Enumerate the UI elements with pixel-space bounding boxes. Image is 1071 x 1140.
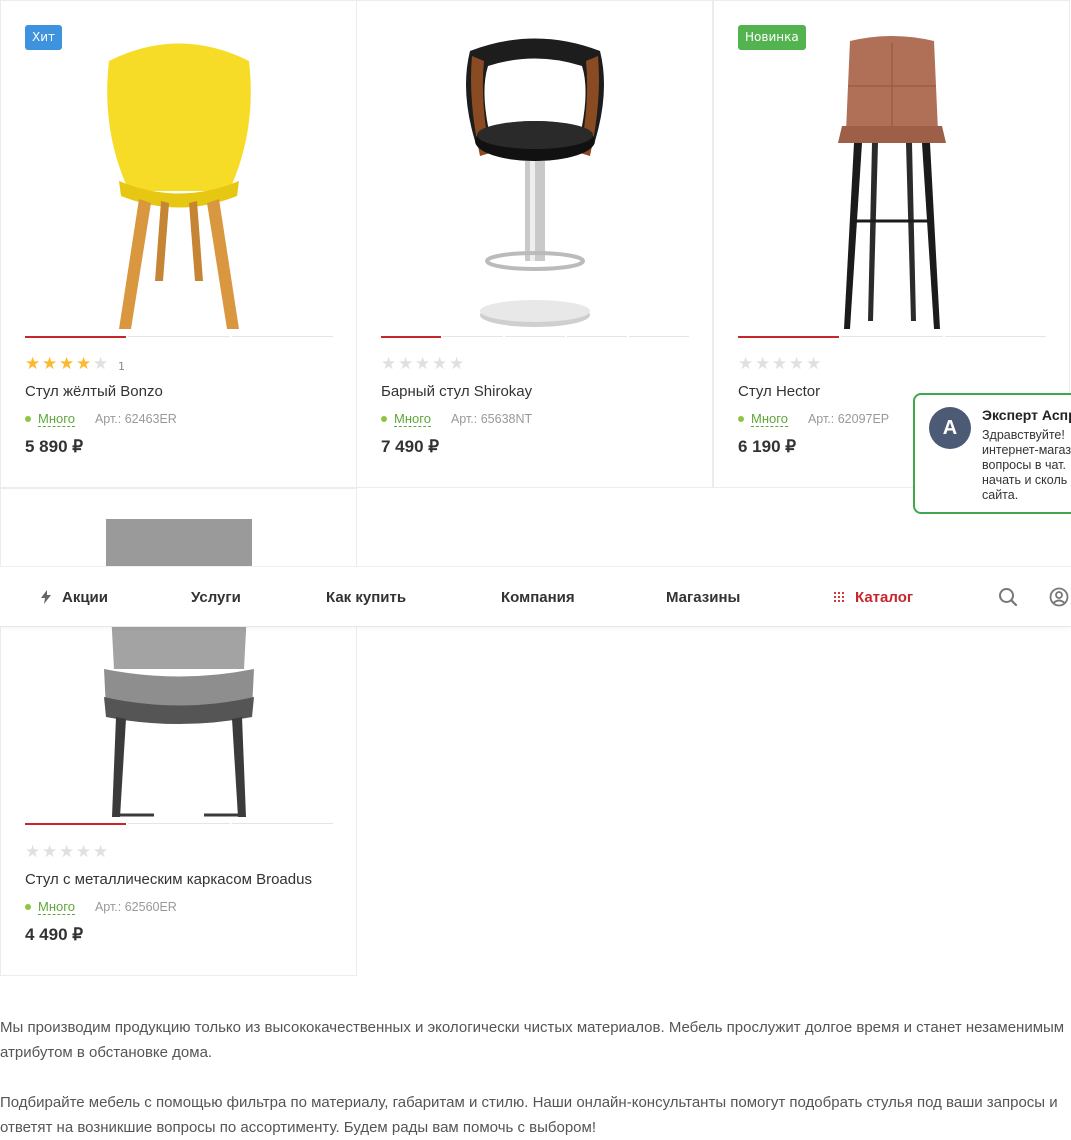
image-slider[interactable]: [25, 336, 333, 338]
star-icon: ★: [93, 842, 109, 862]
star-icon: ★: [449, 354, 465, 374]
product-meta: Много Арт.: 62560ER: [25, 898, 177, 916]
product-price: 4 490 ₽: [25, 925, 84, 944]
article-number: Арт.: 65638NT: [450, 412, 533, 426]
star-icon: ★: [42, 354, 58, 374]
product-meta: Много Арт.: 62097EP: [738, 410, 889, 428]
slider-dot[interactable]: [841, 336, 943, 337]
star-icon: ★: [415, 354, 431, 374]
slider-dot[interactable]: [128, 336, 230, 337]
star-icon: ★: [76, 354, 92, 374]
product-title[interactable]: Барный стул Shirokay: [381, 383, 532, 400]
slider-dot[interactable]: [629, 336, 689, 337]
lightning-icon: [40, 590, 52, 604]
slider-dot[interactable]: [231, 336, 333, 337]
star-icon: ★: [398, 354, 414, 374]
product-meta: Много Арт.: 65638NT: [381, 410, 532, 428]
star-icon: ★: [42, 842, 58, 862]
star-icon: ★: [25, 354, 41, 374]
slider-dot[interactable]: [128, 823, 230, 824]
product-price: 7 490 ₽: [381, 437, 440, 456]
navbar: Акции Услуги Как купить Компания Магазин…: [0, 566, 1071, 627]
rating: ★ ★ ★ ★ ★: [381, 353, 466, 375]
product-image[interactable]: [25, 513, 333, 819]
slider-dot[interactable]: [381, 336, 441, 338]
avatar: A: [929, 407, 971, 449]
product-meta: Много Арт.: 62463ER: [25, 410, 177, 428]
nav-promo[interactable]: Акции: [40, 567, 108, 627]
nav-catalog[interactable]: Каталог: [833, 567, 913, 627]
rating: ★ ★ ★ ★ ★: [738, 353, 823, 375]
hit-badge: Хит: [25, 25, 63, 50]
product-price: 5 890 ₽: [25, 437, 84, 456]
user-icon[interactable]: [1047, 585, 1071, 609]
search-icon[interactable]: [996, 585, 1020, 609]
chat-message: Здравствуйте! интернет-магаз вопросы в ч…: [982, 428, 1071, 502]
stock-dot-icon: [738, 416, 744, 422]
product-title[interactable]: Стул с металлическим каркасом Broadus: [25, 871, 312, 888]
nav-how-to-buy[interactable]: Как купить: [326, 567, 406, 627]
stock-status[interactable]: Много: [38, 899, 75, 915]
product-price: 6 190 ₽: [738, 437, 797, 456]
product-image[interactable]: [25, 25, 333, 331]
nav-shops[interactable]: Магазины: [666, 567, 740, 627]
nav-promo-label: Акции: [62, 588, 109, 606]
star-icon: ★: [76, 842, 92, 862]
stock-status[interactable]: Много: [751, 411, 788, 427]
slider-dot[interactable]: [505, 336, 565, 337]
star-icon: ★: [755, 354, 771, 374]
star-icon: ★: [738, 354, 754, 374]
nav-catalog-label: Каталог: [855, 588, 914, 606]
star-icon: ★: [59, 354, 75, 374]
rating: ★ ★ ★ ★ ★ 1: [25, 353, 125, 375]
image-slider[interactable]: [25, 823, 333, 825]
slider-dot[interactable]: [944, 336, 1046, 337]
bar-stool-image: [466, 38, 604, 327]
article-number: Арт.: 62560ER: [94, 900, 177, 914]
slider-dot[interactable]: [567, 336, 627, 337]
product-image[interactable]: [381, 25, 689, 331]
chat-expert-name: Эксперт Аспр: [982, 407, 1071, 423]
product-card[interactable]: ★ ★ ★ ★ ★ Барный стул Shirokay Много Арт…: [356, 0, 713, 488]
yellow-chair-image: [107, 43, 251, 329]
image-slider[interactable]: [738, 336, 1046, 338]
star-icon: ★: [772, 354, 788, 374]
stock-status[interactable]: Много: [394, 411, 431, 427]
product-title[interactable]: Стул жёлтый Bonzo: [25, 383, 163, 400]
article-number: Арт.: 62097EP: [807, 412, 890, 426]
product-card[interactable]: Хит ★ ★ ★ ★ ★ 1 Стул жёлтый Bonzo Много …: [0, 0, 357, 488]
stock-dot-icon: [25, 416, 31, 422]
grid-icon: [833, 591, 845, 603]
star-icon: ★: [93, 354, 109, 374]
slider-dot[interactable]: [25, 823, 127, 825]
product-card[interactable]: ★ ★ ★ ★ ★ Стул с металлическим каркасом …: [0, 488, 357, 976]
slider-dot[interactable]: [231, 823, 333, 824]
product-title[interactable]: Стул Hector: [738, 383, 820, 400]
chat-widget[interactable]: A Эксперт Аспр Здравствуйте! интернет-ма…: [913, 393, 1071, 514]
stock-status[interactable]: Много: [38, 411, 75, 427]
brown-bar-chair-image: [838, 36, 946, 329]
star-icon: ★: [432, 354, 448, 374]
nav-services[interactable]: Услуги: [191, 567, 241, 627]
description-paragraph: Подбирайте мебель с помощью фильтра по м…: [0, 1094, 1058, 1136]
image-slider[interactable]: [381, 336, 689, 338]
new-badge: Новинка: [738, 25, 806, 50]
article-number: Арт.: 62463ER: [94, 412, 177, 426]
rating-count: 1: [118, 359, 125, 373]
star-icon: ★: [806, 354, 822, 374]
stock-dot-icon: [381, 416, 387, 422]
nav-company[interactable]: Компания: [501, 567, 575, 627]
slider-dot[interactable]: [738, 336, 840, 338]
star-icon: ★: [789, 354, 805, 374]
grey-chair-image: [104, 519, 254, 817]
product-image[interactable]: [738, 25, 1046, 331]
stock-dot-icon: [25, 904, 31, 910]
slider-dot[interactable]: [443, 336, 503, 337]
description-paragraph: Мы производим продукцию только из высоко…: [0, 1019, 1065, 1061]
star-icon: ★: [25, 842, 41, 862]
star-icon: ★: [381, 354, 397, 374]
star-icon: ★: [59, 842, 75, 862]
rating: ★ ★ ★ ★ ★: [25, 841, 110, 863]
slider-dot[interactable]: [25, 336, 127, 338]
